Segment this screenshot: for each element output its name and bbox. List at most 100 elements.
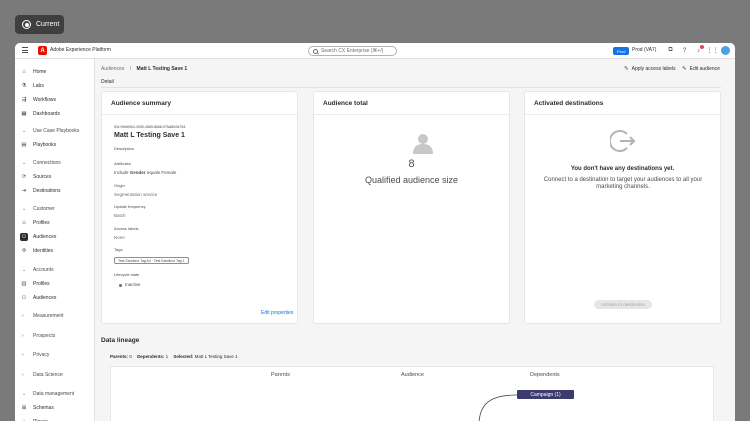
sidebar-item-label: Workflows [33,97,56,103]
audience-count-label: Qualified audience size [364,175,459,185]
chevron-right-icon: › [22,372,24,378]
grid-icon[interactable]: ⋮⋮ [707,47,719,54]
dashboards-icon: ▦ [21,111,27,117]
audience-summary-card: Audience summary ID# 99e6f0b2-2690-4565-… [101,91,298,324]
sidebar-section-label: Measurement [33,313,64,319]
sidebar-item-workflows[interactable]: ⇶ Workflows [15,95,95,105]
sidebar-item-customer[interactable]: ⌄ Customer [15,204,95,214]
divider [314,114,509,115]
sidebar-item-label: Audiences [33,234,57,240]
parents-label: Parents: [110,354,129,359]
sidebar-item-privacy[interactable]: › Privacy [15,350,95,360]
activated-destinations-card: Activated destinations You don't have an… [524,91,721,324]
account-profiles-icon: ▥ [21,281,27,287]
sidebar-item-playbooks[interactable]: ▤ Playbooks [15,140,95,150]
card-title: Audience summary [111,100,171,107]
tag-icon: ✎ [624,65,629,72]
sidebar-item-label: Home [33,69,47,75]
sidebar-item-accounts[interactable]: ⌄ Accounts [15,265,95,275]
adobe-logo: A [38,46,47,55]
campaign-node[interactable]: Campaign (1) [517,390,574,399]
chevron-right-icon: › [22,313,24,319]
origin-value: Segmentation service [114,192,158,197]
empty-state-description: Connect to a destination to target your … [543,177,703,190]
breadcrumb-current: Matt L Testing Save 1 [136,66,188,72]
frequency-label: Update frequency [114,204,146,209]
sidebar-item-profiles[interactable]: ☺ Profiles [15,218,95,228]
sidebar-item-label: Profiles [33,220,50,226]
tab-divider [101,87,721,88]
column-parents: Parents [271,372,290,378]
chevron-down-icon: ⌄ [22,391,27,397]
column-audience: Audience [401,372,424,378]
apps-icon[interactable]: ⧉ [667,47,674,54]
sidebar-item-label: Profiles [33,281,50,287]
sandbox-switcher[interactable]: Prod (VA7) [632,47,656,53]
chevron-down-icon: ⌄ [22,206,27,212]
lifecycle-value: Inactive [125,282,141,287]
sidebar-section-label: Connections [33,160,61,166]
attributes-value: Include Gender equals Female [114,170,176,175]
sidebar-item-label: Sources [33,174,52,180]
labs-icon: ⚗ [21,83,27,89]
attributes-field: Gender [129,170,146,175]
sidebar-section-label: Use Case Playbooks [33,128,80,134]
breadcrumb: Audiences / Matt L Testing Save 1 [101,66,187,72]
search-input[interactable]: Search CX Enterprise (⌘+/) [308,46,397,56]
home-icon: ⌂ [22,69,26,75]
divider [525,114,720,115]
lineage-graph: Parents Audience Dependents Campaign (1) [110,366,714,421]
tag-chip[interactable]: Test Sandbox Tag A4 · Test Sandbox Tag 1 [114,257,189,264]
sidebar-item-measurement[interactable]: › Measurement [15,311,95,321]
sidebar-item-label: Dashboards [33,111,60,117]
edit-properties-link[interactable]: Edit properties [261,310,293,316]
sidebar-section-label: Customer [33,206,55,212]
sidebar-item-use-case-playbooks[interactable]: ⌄ Use Case Playbooks [15,126,95,136]
lineage-title: Data lineage [101,337,140,344]
audience-name: Matt L Testing Save 1 [114,132,185,139]
sidebar-item-identities[interactable]: ✣ Identities [15,246,95,256]
sidebar-section-label: Prospects [33,333,56,339]
tags-label: Tags [114,247,123,252]
hamburger-menu-icon[interactable] [22,47,28,53]
breadcrumb-separator: / [129,66,132,72]
schemas-icon: ⊞ [21,405,27,411]
activate-to-destination-button[interactable]: Activate to destination [594,300,652,309]
sidebar-item-connections[interactable]: ⌄ Connections [15,158,95,168]
apply-labels-label: Apply access labels [631,65,676,72]
record-icon [22,20,31,29]
sidebar-item-schemas[interactable]: ⊞ Schemas [15,403,95,413]
attributes-label: Attributes [114,161,131,166]
sidebar-item-destinations[interactable]: ⇥ Destinations [15,186,95,196]
sidebar-item-data-management[interactable]: ⌄ Data management [15,389,95,399]
selected-label: Selected: [173,354,194,359]
app-title[interactable]: Adobe Experience Platform [50,47,111,53]
sidebar-item-prospects[interactable]: › Prospects [15,331,95,341]
edit-audience-button[interactable]: ✎ Edit audience [682,64,720,73]
sidebar-item-data-science[interactable]: › Data Science [15,370,95,380]
sidebar-item-profiles[interactable]: ▥ Profiles [15,279,95,289]
audiences-icon: ⚇ [20,233,28,241]
current-label: Current [36,21,60,28]
sidebar-item-sources[interactable]: ⟳ Sources [15,172,95,182]
sidebar-item-home[interactable]: ⌂ Home [15,67,95,77]
lineage-connector [478,394,518,421]
sources-icon: ⟳ [21,174,27,180]
sidebar-item-label: Labs [33,83,44,89]
sidebar-section-label: Accounts [33,267,54,273]
sidebar-item-audiences[interactable]: ⚇ Audiences [15,293,95,303]
sidebar-item-places[interactable]: ⌖Places [15,417,95,421]
sidebar-item-labs[interactable]: ⚗ Labs [15,81,95,91]
sidebar-item-audiences[interactable]: ⚇ Audiences [15,232,95,242]
dependents-value: 1 [165,354,169,359]
apply-access-labels-button[interactable]: ✎ Apply access labels [624,64,676,73]
breadcrumb-parent[interactable]: Audiences [101,66,124,72]
dependents-label: Dependents: [137,354,165,359]
parents-value: 0 [129,354,132,359]
app-window: A Adobe Experience Platform Search CX En… [15,43,735,421]
sidebar-item-dashboards[interactable]: ▦ Dashboards [15,109,95,119]
identities-icon: ✣ [21,248,27,254]
sidebar-section-label: Data Science [33,372,63,378]
avatar[interactable] [721,46,730,55]
help-icon[interactable]: ? [681,47,688,54]
